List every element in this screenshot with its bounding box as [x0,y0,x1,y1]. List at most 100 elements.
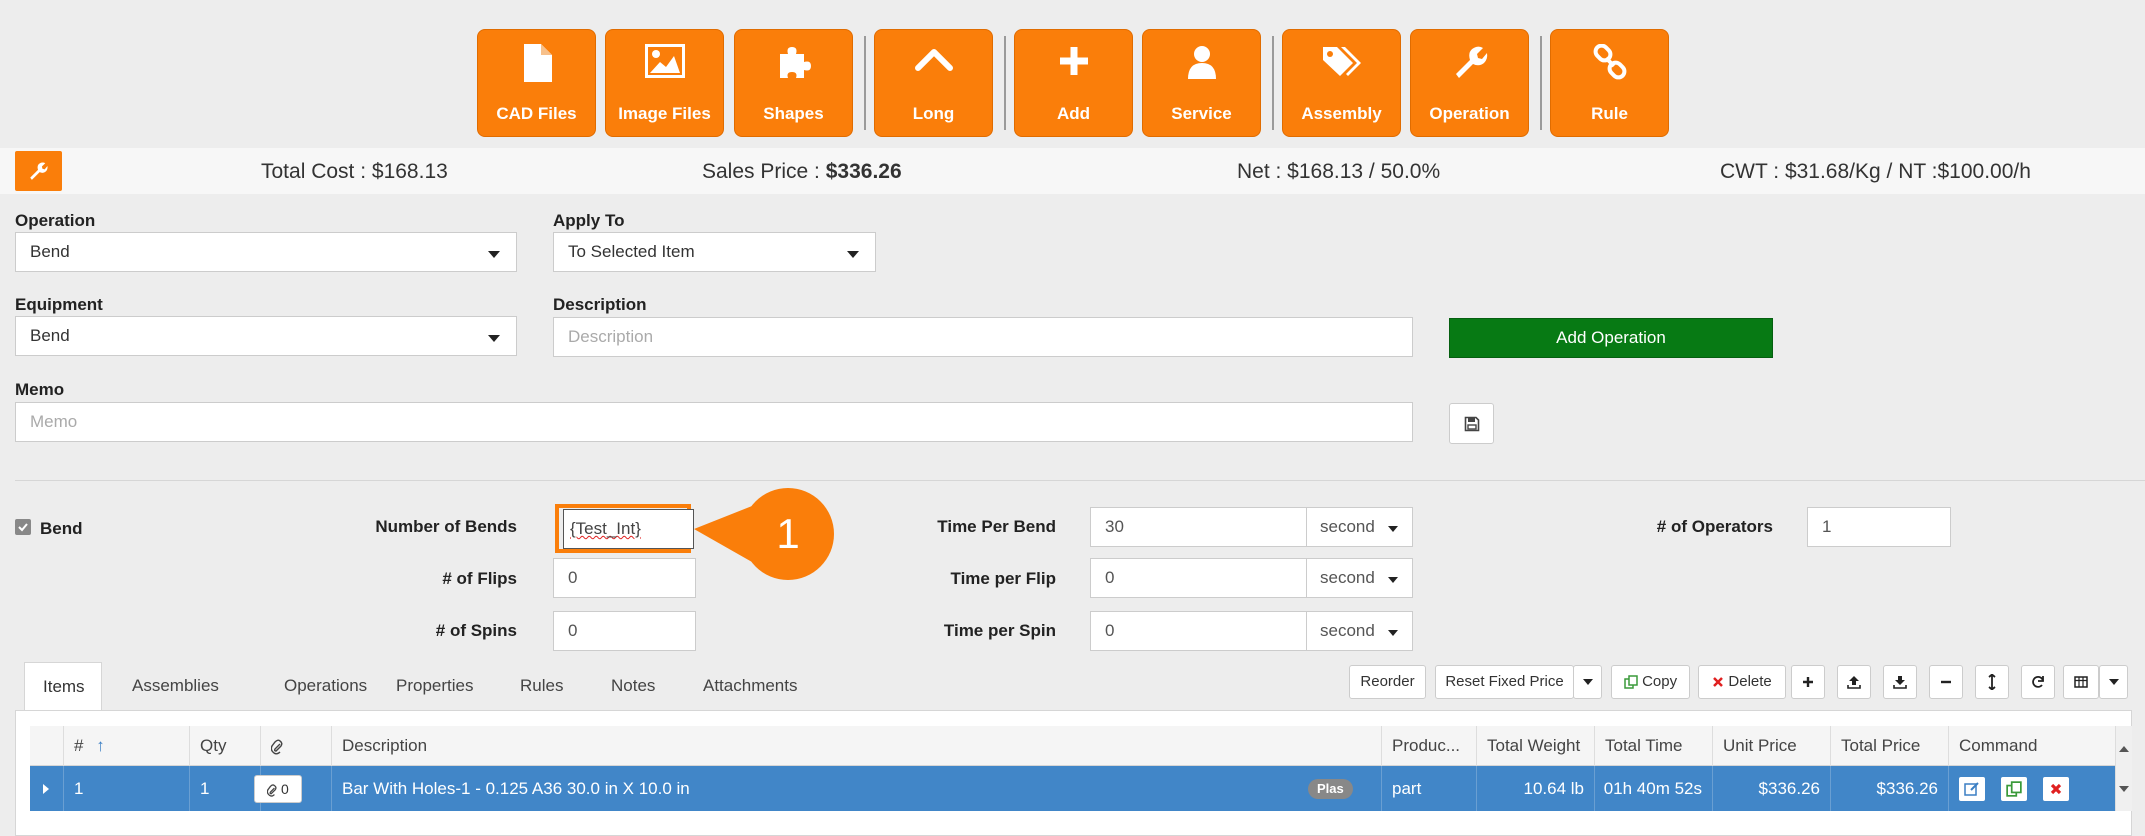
tab-attachments[interactable]: Attachments [685,662,816,711]
tab-assemblies[interactable]: Assemblies [114,662,237,711]
apply-to-label: Apply To [553,211,625,230]
file-icon [523,44,552,82]
bend-checkbox[interactable] [15,519,31,535]
total-cost: Total Cost : $168.13 [261,160,448,184]
tab-notes[interactable]: Notes [593,662,673,711]
grid-header: # ↑ Qty Description Produc... Total Weig… [30,726,2115,766]
sort-ascending-icon: ↑ [96,736,105,755]
edit-row-button[interactable] [1959,777,1985,801]
table-row[interactable]: 1 1 0 Bar With Holes-1 - 0.125 A36 30.0 … [30,766,2115,811]
spins-input[interactable]: 0 [553,611,696,651]
sales-price: Sales Price : $336.26 [702,160,902,184]
minus-icon [1941,680,1951,684]
toolbar-separator [1004,36,1006,130]
column-header-total-price[interactable]: Total Price [1830,726,1948,766]
add-button[interactable]: Add [1014,29,1133,137]
delete-button[interactable]: Delete [1698,665,1786,699]
delete-button-label: Delete [1728,673,1772,690]
cwt-value: CWT : $31.68/Kg / NT :$100.00/h [1720,160,2031,183]
close-icon [1713,677,1724,687]
bend-checkbox-label: Bend [40,519,83,538]
duplicate-row-button[interactable] [2001,777,2027,801]
columns-button[interactable] [2063,665,2099,699]
main-toolbar: CAD Files Image Files Shapes Long Add Se… [0,0,2145,148]
tab-items[interactable]: Items [24,662,102,711]
tab-operations[interactable]: Operations [266,662,385,711]
column-header-total-weight[interactable]: Total Weight [1476,726,1594,766]
tab-properties[interactable]: Properties [378,662,491,711]
column-header-description[interactable]: Description [331,726,1381,766]
toolbar-separator [864,36,866,130]
time-per-spin-input[interactable]: 0 [1090,611,1307,651]
add-operation-button[interactable]: Add Operation [1449,318,1773,358]
expand-row-toggle[interactable] [30,766,63,811]
column-header-qty[interactable]: Qty [189,726,260,766]
plus-icon [1059,47,1088,75]
reset-fixed-price-dropdown[interactable] [1573,665,1602,699]
grid-vertical-scrollbar[interactable] [2115,726,2132,811]
column-header-attachments[interactable] [260,726,331,766]
description-input[interactable]: Description [553,317,1413,357]
row-total-weight: 10.64 lb [1476,766,1594,811]
row-attachments-count: 0 [281,781,289,797]
equipment-select[interactable]: Bend [15,316,517,356]
sales-price-value: $336.26 [825,160,902,183]
cad-files-label: CAD Files [496,104,577,123]
image-files-button[interactable]: Image Files [605,29,724,137]
reorder-button[interactable]: Reorder [1349,665,1426,699]
upload-button[interactable] [1837,665,1871,699]
reset-fixed-price-button[interactable]: Reset Fixed Price [1435,665,1574,699]
remove-row-button[interactable] [1929,665,1963,699]
number-of-bends-label: Number of Bends [375,517,517,536]
flips-input[interactable]: 0 [553,558,696,598]
vertical-resize-icon [1988,673,1996,691]
operators-input[interactable]: 1 [1807,507,1951,547]
save-memo-button[interactable] [1449,403,1494,444]
column-header-total-time[interactable]: Total Time [1594,726,1712,766]
apply-to-select[interactable]: To Selected Item [553,232,876,272]
settings-button[interactable] [15,151,62,191]
column-header-number[interactable]: # ↑ [63,726,189,766]
assembly-button[interactable]: Assembly [1282,29,1401,137]
cad-files-button[interactable]: CAD Files [477,29,596,137]
wrench-icon [30,162,48,180]
shapes-button[interactable]: Shapes [734,29,853,137]
operation-select[interactable]: Bend [15,232,517,272]
copy-button[interactable]: Copy [1611,665,1690,699]
caret-down-icon [1582,679,1593,686]
caret-down-icon [847,251,859,258]
time-per-bend-unit-select[interactable]: second [1306,507,1413,547]
memo-label: Memo [15,380,65,399]
section-divider [15,480,2145,481]
memo-input[interactable]: Memo [15,402,1413,442]
close-icon [2050,783,2062,795]
resize-button[interactable] [1975,665,2009,699]
service-label: Service [1171,104,1232,123]
time-per-bend-input[interactable]: 30 [1090,507,1307,547]
caret-down-icon [1388,526,1398,532]
column-header-product[interactable]: Produc... [1381,726,1476,766]
column-header-unit-price[interactable]: Unit Price [1712,726,1830,766]
rule-button[interactable]: Rule [1550,29,1669,137]
time-per-spin-unit-select[interactable]: second [1306,611,1413,651]
columns-dropdown[interactable] [2099,665,2128,699]
column-header-command: Command [1948,726,2115,766]
time-per-flip-unit-select[interactable]: second [1306,558,1413,598]
image-files-label: Image Files [618,104,711,123]
refresh-icon [2032,676,2044,688]
refresh-button[interactable] [2021,665,2055,699]
operation-button[interactable]: Operation [1410,29,1529,137]
toolbar-separator [1272,36,1274,130]
service-button[interactable]: Service [1142,29,1261,137]
download-button[interactable] [1883,665,1917,699]
long-button[interactable]: Long [874,29,993,137]
delete-row-button[interactable] [2043,777,2069,801]
equipment-select-value: Bend [30,326,70,345]
cost-summary-bar: Total Cost : $168.13 Sales Price : $336.… [0,148,2145,194]
number-of-bends-input[interactable]: {Test_Int} [563,509,694,549]
row-attachments-button[interactable]: 0 [254,775,302,803]
time-per-flip-input[interactable]: 0 [1090,558,1307,598]
tab-rules[interactable]: Rules [502,662,581,711]
row-total-price: $336.26 [1830,766,1948,811]
add-row-button[interactable] [1791,665,1825,699]
